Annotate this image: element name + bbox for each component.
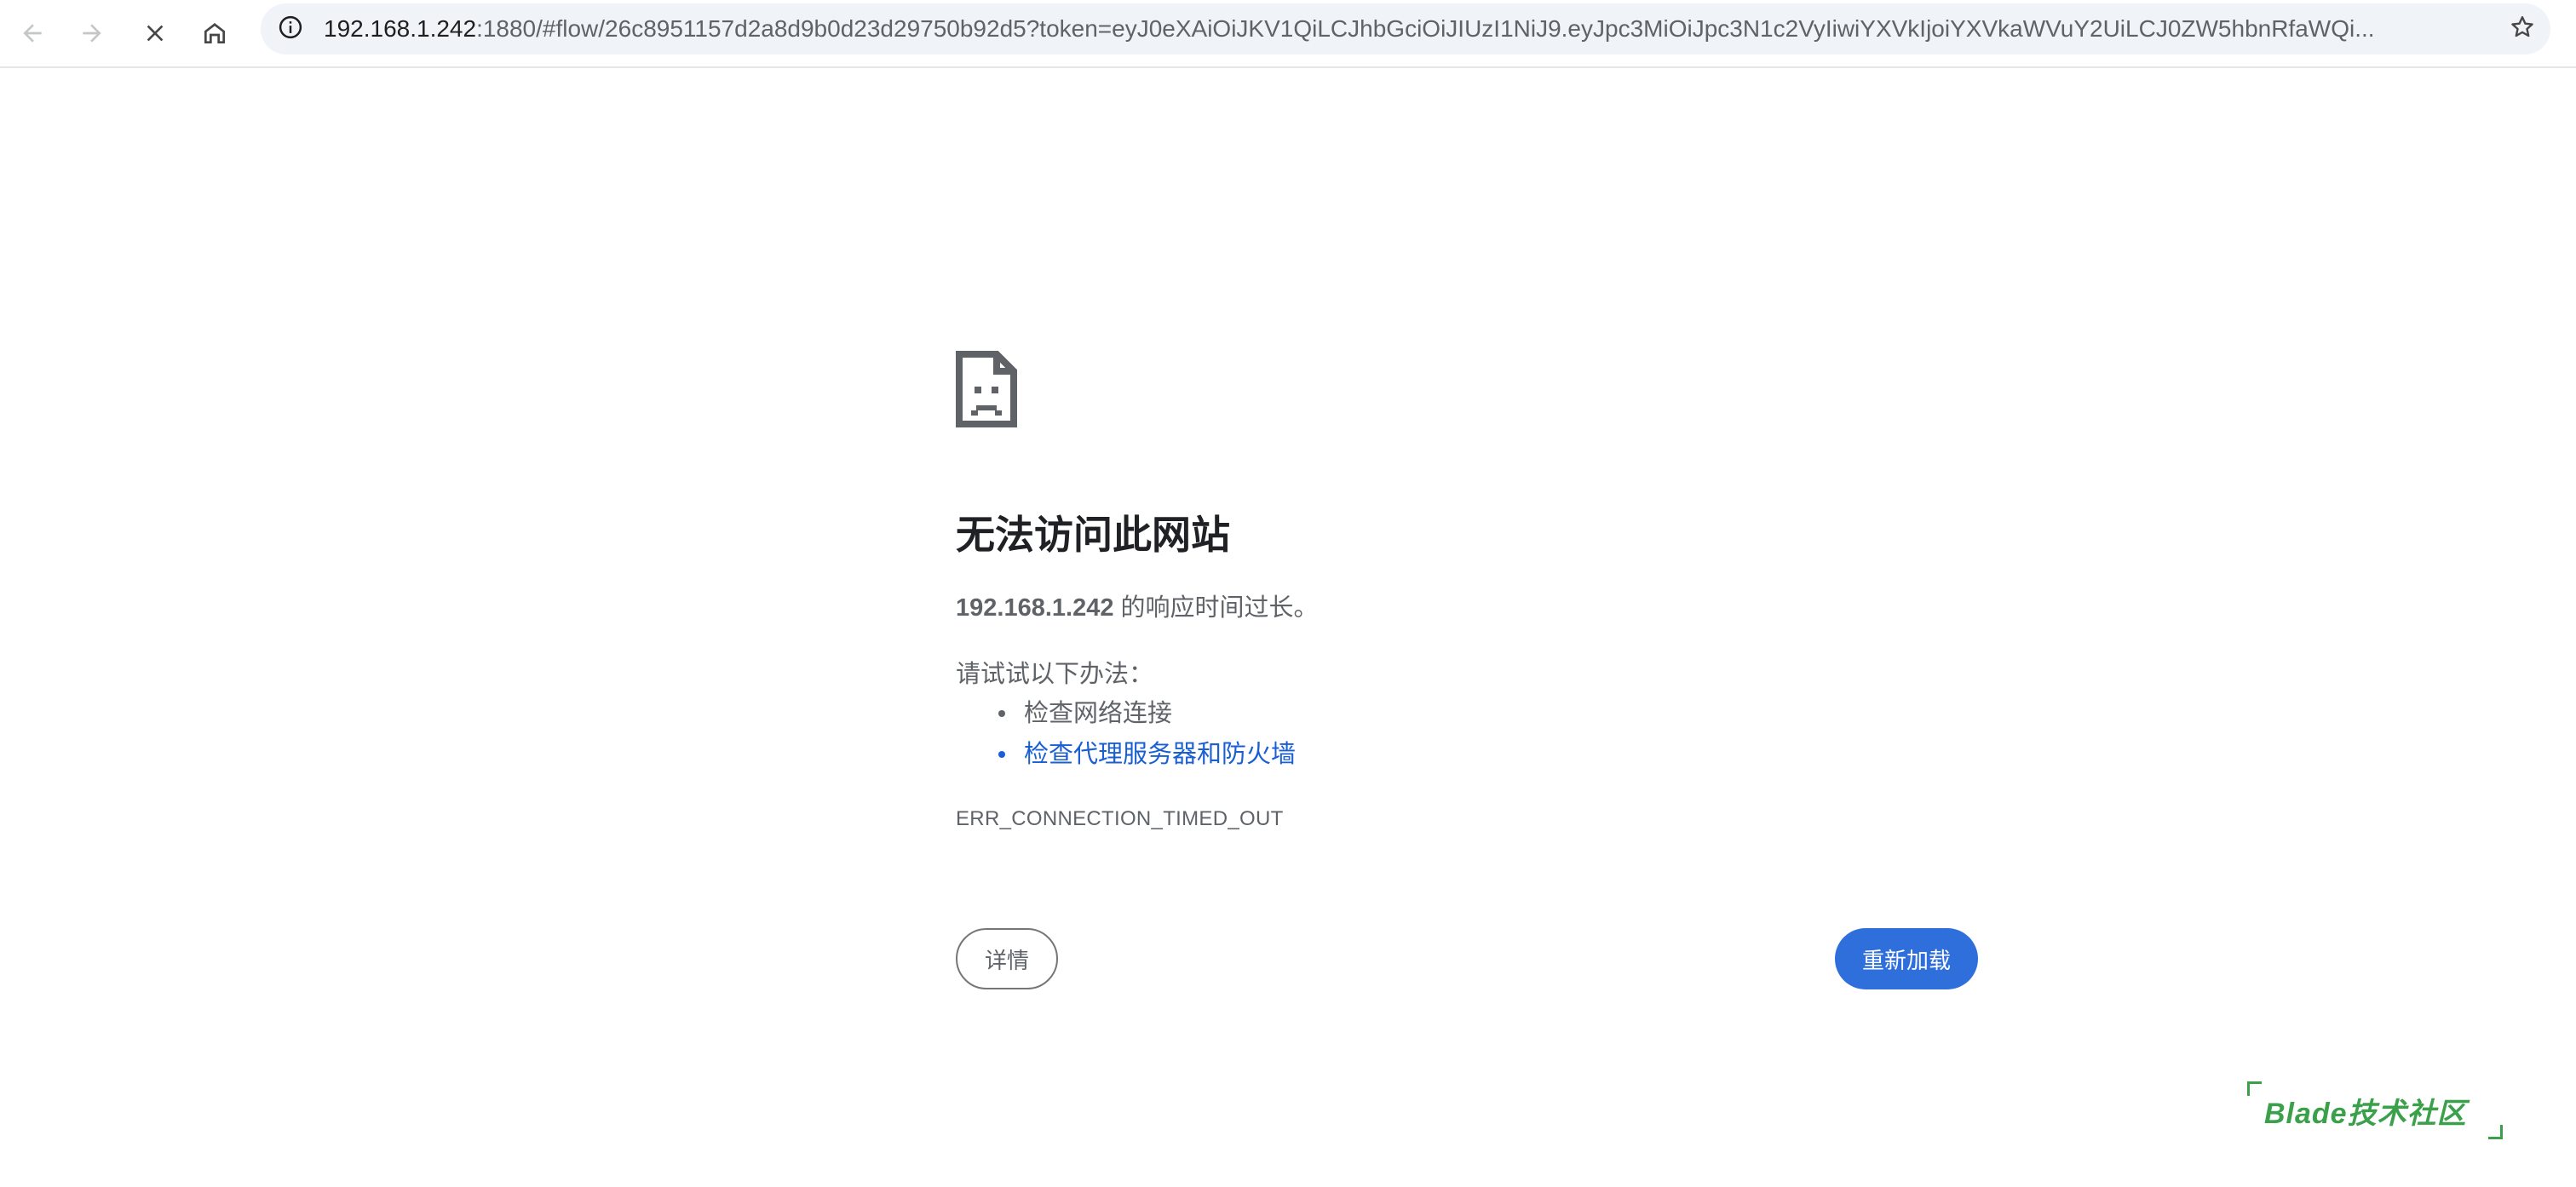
site-info-button[interactable] <box>274 13 307 45</box>
reload-button[interactable]: 重新加载 <box>1835 928 1978 989</box>
error-title: 无法访问此网站 <box>956 513 1230 557</box>
sad-document-icon <box>956 351 1017 427</box>
watermark-text: Blade技术社区 <box>2264 1098 2467 1130</box>
suggestion-link-text[interactable]: 检查代理服务器和防火墙 <box>1024 741 1296 768</box>
arrow-left-icon <box>19 20 46 47</box>
bullet <box>998 710 1005 717</box>
stop-loading-button[interactable] <box>129 8 181 59</box>
watermark-bracket <box>2488 1125 2503 1139</box>
url-host: 192.168.1.242 <box>324 15 477 42</box>
home-icon <box>201 20 228 47</box>
address-bar[interactable]: 192.168.1.242:1880/#flow/26c8951157d2a8d… <box>261 3 2550 54</box>
error-summary: 192.168.1.242 的响应时间过长。 <box>956 588 1319 623</box>
home-button[interactable] <box>189 8 240 59</box>
suggestions-list: 检查网络连接 检查代理服务器和防火墙 <box>956 693 1296 775</box>
error-code: ERR_CONNECTION_TIMED_OUT <box>956 807 1284 830</box>
bullet <box>998 751 1005 758</box>
watermark-logo: Blade技术社区 <box>2247 1081 2503 1139</box>
details-button[interactable]: 详情 <box>956 928 1058 989</box>
watermark-bracket <box>2247 1081 2262 1096</box>
url-path: :1880/#flow/26c8951157d2a8d9b0d23d29750b… <box>476 15 2375 42</box>
browser-toolbar: 192.168.1.242:1880/#flow/26c8951157d2a8d… <box>0 0 2576 68</box>
error-summary-host: 192.168.1.242 <box>956 594 1114 622</box>
suggestion-check-proxy-link[interactable]: 检查代理服务器和防火墙 <box>956 734 1296 775</box>
suggestions-heading: 请试试以下办法： <box>956 661 1154 688</box>
back-button[interactable] <box>7 8 58 59</box>
error-summary-text: 的响应时间过长。 <box>1113 594 1319 622</box>
forward-button[interactable] <box>66 8 118 59</box>
arrow-right-icon <box>78 20 106 47</box>
suggestion-check-network: 检查网络连接 <box>956 693 1296 734</box>
suggestion-text: 检查网络连接 <box>1024 700 1173 727</box>
bookmark-button[interactable] <box>2506 13 2539 45</box>
info-icon <box>278 14 303 44</box>
url-text[interactable]: 192.168.1.242:1880/#flow/26c8951157d2a8d… <box>324 3 2470 54</box>
close-icon <box>141 20 169 47</box>
star-icon <box>2509 14 2536 45</box>
